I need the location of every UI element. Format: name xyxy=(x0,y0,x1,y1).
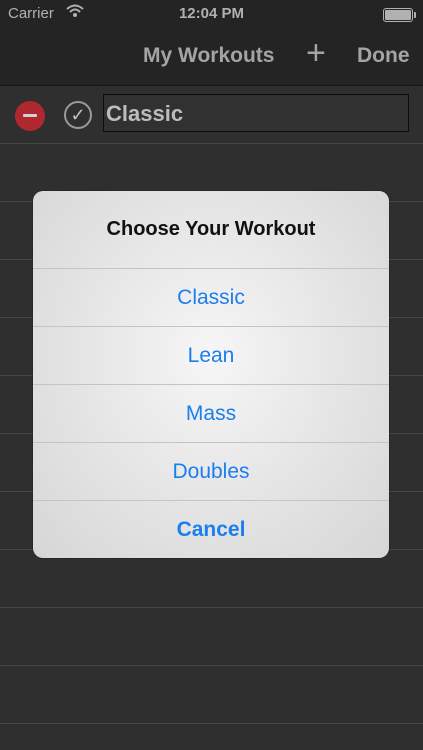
dialog-title: Choose Your Workout xyxy=(106,218,316,240)
option-lean-button[interactable]: Lean xyxy=(33,326,389,384)
option-doubles-button[interactable]: Doubles xyxy=(33,442,389,500)
option-mass-button[interactable]: Mass xyxy=(33,384,389,442)
choose-workout-dialog: Choose Your Workout Classic Lean Mass Do… xyxy=(33,191,389,558)
option-classic-button[interactable]: Classic xyxy=(33,268,389,326)
cancel-button[interactable]: Cancel xyxy=(33,500,389,558)
